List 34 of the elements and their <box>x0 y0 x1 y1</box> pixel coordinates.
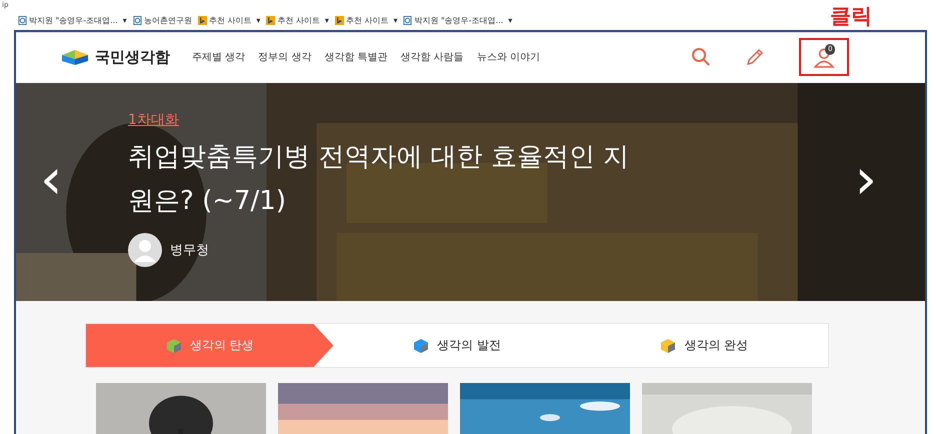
logo-text[interactable]: 국민생각함 <box>95 48 170 66</box>
bing-icon <box>334 16 344 25</box>
dropdown-caret[interactable]: ▾ <box>122 16 127 25</box>
nav-link[interactable]: 생각함 사람들 <box>400 50 464 64</box>
user-button[interactable] <box>813 46 835 68</box>
nav-link[interactable]: 정부의 생각 <box>258 50 312 64</box>
favorite-link[interactable]: 추천 사이트 ▾ <box>198 15 260 26</box>
logo-icon <box>60 48 90 66</box>
favorite-link[interactable]: 농어촌연구원 <box>132 15 192 26</box>
user-icon <box>813 46 835 68</box>
hero-title[interactable]: 취업맞춤특기병 전역자에 대한 효율적인 지원은? (~7/1) <box>128 135 638 223</box>
page-icon <box>403 16 412 25</box>
next-arrow[interactable]: › <box>854 155 877 205</box>
favorite-link[interactable]: 박지원 "송영우-조대엽... ▾ <box>403 15 512 26</box>
bing-icon <box>266 16 276 25</box>
dropdown-caret[interactable]: ▾ <box>324 16 329 25</box>
favorite-link[interactable]: 추천 사이트 ▾ <box>266 15 329 26</box>
author-name: 병무청 <box>170 242 209 259</box>
annotation-text: 클릭 <box>830 3 872 30</box>
dropdown-caret[interactable]: ▾ <box>256 16 260 25</box>
nav-link[interactable]: 생각함 특별관 <box>324 50 388 64</box>
dropdown-caret[interactable]: ▾ <box>508 16 512 25</box>
pencil-icon[interactable] <box>745 47 765 67</box>
bing-icon <box>198 16 207 25</box>
nav-link[interactable]: 뉴스와 이야기 <box>476 50 540 64</box>
avatar-icon <box>128 233 162 267</box>
dropdown-caret[interactable]: ▾ <box>393 16 398 25</box>
favorite-link[interactable]: 추천 사이트 ▾ <box>334 15 398 26</box>
search-icon[interactable] <box>691 47 711 67</box>
nav-link[interactable]: 주제별 생각 <box>192 50 246 64</box>
page-icon <box>132 16 142 25</box>
favorite-link[interactable]: 박지원 "송영우-조대엽... ▾ <box>18 15 127 26</box>
page-icon <box>18 16 27 25</box>
previous-arrow[interactable]: ‹ <box>40 155 62 205</box>
